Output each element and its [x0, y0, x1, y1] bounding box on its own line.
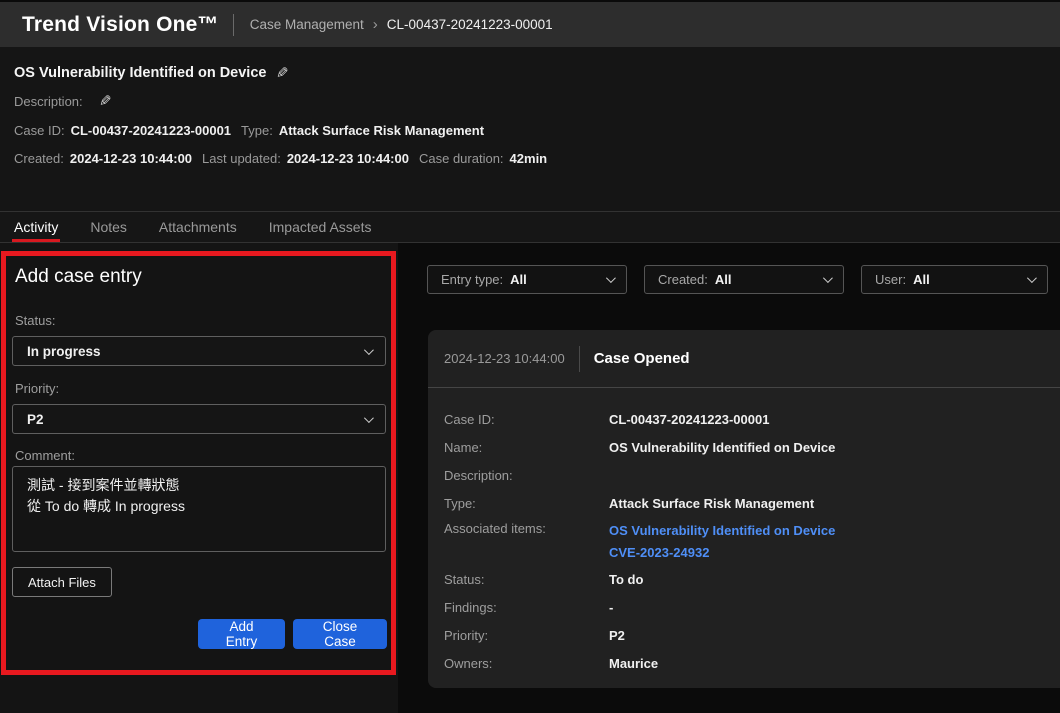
field-row-associated-items: Associated items: OS Vulnerability Ident… [444, 517, 1060, 565]
case-duration-label: Case duration: [419, 151, 504, 166]
field-value: P2 [609, 628, 625, 643]
field-row-status: Status: To do [444, 565, 1060, 593]
entry-type-filter-value: All [510, 272, 527, 287]
tab-activity[interactable]: Activity [14, 212, 58, 242]
edit-title-pencil-icon[interactable]: ✎ [276, 66, 289, 81]
case-id-label: Case ID: [14, 123, 65, 138]
case-opened-entry-card: 2024-12-23 10:44:00 Case Opened Case ID:… [428, 330, 1060, 688]
description-label: Description: [14, 94, 83, 109]
field-value: - [609, 600, 613, 615]
case-id-value: CL-00437-20241223-00001 [71, 123, 231, 138]
breadcrumb-case-management[interactable]: Case Management [250, 17, 364, 32]
last-updated-value: 2024-12-23 10:44:00 [287, 151, 409, 166]
chevron-down-icon [364, 345, 374, 355]
created-label: Created: [14, 151, 64, 166]
field-row-priority: Priority: P2 [444, 621, 1060, 649]
status-dropdown[interactable]: In progress [12, 336, 386, 366]
case-meta-row-2: Created: 2024-12-23 10:44:00 Last update… [14, 151, 547, 166]
entry-timestamp: 2024-12-23 10:44:00 [444, 351, 565, 366]
annotation-rectangle [1, 251, 396, 675]
header-vertical-divider [579, 346, 580, 372]
created-filter-value: All [715, 272, 732, 287]
priority-label: Priority: [15, 381, 59, 396]
tab-notes[interactable]: Notes [90, 212, 127, 242]
priority-dropdown[interactable]: P2 [12, 404, 386, 434]
created-filter-dropdown[interactable]: Created: All [644, 265, 844, 294]
field-label: Description: [444, 468, 609, 483]
comment-textarea[interactable]: 測試 - 接到案件並轉狀態 從 To do 轉成 In progress [12, 466, 386, 552]
comment-label: Comment: [15, 448, 75, 463]
field-value: CL-00437-20241223-00001 [609, 412, 769, 427]
entry-type-filter-label: Entry type: [441, 272, 503, 287]
type-value: Attack Surface Risk Management [279, 123, 484, 138]
field-label: Status: [444, 572, 609, 587]
tab-attachments[interactable]: Attachments [159, 212, 237, 242]
close-case-button[interactable]: Close Case [293, 619, 387, 649]
attach-files-button[interactable]: Attach Files [12, 567, 112, 597]
field-label: Name: [444, 440, 609, 455]
field-row-case-id: Case ID: CL-00437-20241223-00001 [444, 405, 1060, 433]
edit-description-pencil-icon[interactable]: ✎ [99, 94, 112, 109]
case-header: OS Vulnerability Identified on Device ✎ … [0, 47, 1060, 211]
entry-card-header: 2024-12-23 10:44:00 Case Opened [428, 330, 1060, 388]
field-label: Associated items: [444, 521, 609, 536]
tab-bar: Activity Notes Attachments Impacted Asse… [0, 211, 1060, 243]
field-row-type: Type: Attack Surface Risk Management [444, 489, 1060, 517]
created-filter-label: Created: [658, 272, 708, 287]
tab-impacted-assets[interactable]: Impacted Assets [269, 212, 372, 242]
user-filter-label: User: [875, 272, 906, 287]
chevron-down-icon [1027, 273, 1037, 283]
field-row-name: Name: OS Vulnerability Identified on Dev… [444, 433, 1060, 461]
add-case-entry-title: Add case entry [15, 266, 142, 288]
field-row-description: Description: [444, 461, 1060, 489]
entry-type-filter-dropdown[interactable]: Entry type: All [427, 265, 627, 294]
status-label: Status: [15, 313, 55, 328]
field-label: Case ID: [444, 412, 609, 427]
field-value: Maurice [609, 656, 658, 671]
field-row-owners: Owners: Maurice [444, 649, 1060, 677]
chevron-down-icon [606, 273, 616, 283]
case-title: OS Vulnerability Identified on Device [14, 65, 266, 81]
last-updated-label: Last updated: [202, 151, 281, 166]
chevron-down-icon [364, 413, 374, 423]
trend-vision-one-window: Trend Vision One™ Case Management › CL-0… [0, 0, 1060, 713]
case-meta-row-1: Case ID: CL-00437-20241223-00001 Type: A… [14, 123, 484, 138]
user-filter-dropdown[interactable]: User: All [861, 265, 1048, 294]
field-label: Findings: [444, 600, 609, 615]
breadcrumb-separator-icon: › [373, 16, 378, 33]
entry-title: Case Opened [594, 350, 690, 367]
chevron-down-icon [823, 273, 833, 283]
associated-item-link-vulnerability[interactable]: OS Vulnerability Identified on Device [609, 521, 835, 541]
user-filter-value: All [913, 272, 930, 287]
type-label: Type: [241, 123, 273, 138]
top-bar: Trend Vision One™ Case Management › CL-0… [0, 0, 1060, 47]
field-row-findings: Findings: - [444, 593, 1060, 621]
add-case-entry-panel: Add case entry Status: In progress Prior… [0, 243, 398, 713]
entry-field-list: Case ID: CL-00437-20241223-00001 Name: O… [444, 405, 1060, 677]
breadcrumb-current-case: CL-00437-20241223-00001 [387, 17, 553, 32]
activity-tab-content: Add case entry Status: In progress Prior… [0, 243, 1060, 713]
field-label: Type: [444, 496, 609, 511]
created-value: 2024-12-23 10:44:00 [70, 151, 192, 166]
field-value: To do [609, 572, 643, 587]
field-label: Owners: [444, 656, 609, 671]
app-logo: Trend Vision One™ [22, 13, 219, 37]
field-value: OS Vulnerability Identified on Device [609, 440, 835, 455]
field-label: Priority: [444, 628, 609, 643]
field-value: Attack Surface Risk Management [609, 496, 814, 511]
case-duration-value: 42min [510, 151, 548, 166]
add-entry-button[interactable]: Add Entry [198, 619, 285, 649]
status-dropdown-value: In progress [27, 344, 101, 359]
topbar-divider [233, 14, 234, 36]
associated-item-link-cve[interactable]: CVE-2023-24932 [609, 543, 835, 563]
priority-dropdown-value: P2 [27, 412, 44, 427]
